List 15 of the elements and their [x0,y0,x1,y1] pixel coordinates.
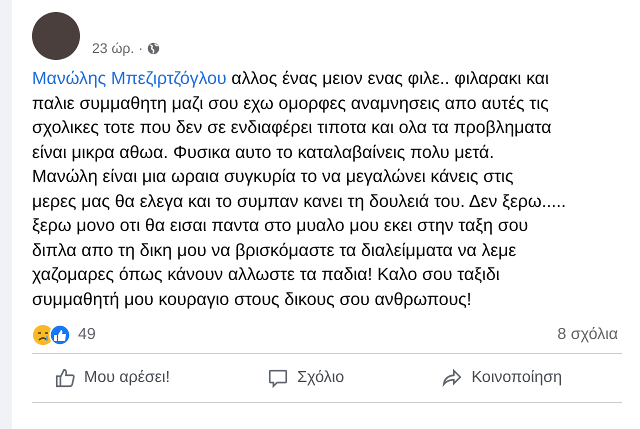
like-button[interactable]: Μου αρέσει! [54,354,170,402]
separator-dot: · [138,40,143,56]
reaction-icons[interactable] [32,324,72,346]
share-button[interactable]: Κοινοποίηση [441,354,562,402]
share-arrow-icon [441,367,464,389]
thumbs-up-icon [54,367,76,389]
mention-link[interactable]: Μανώλης Μπεζιρτζόγλου [32,68,227,88]
speech-bubble-icon [267,367,290,389]
comment-count[interactable]: 8 σχόλια [557,326,618,344]
globe-icon [146,42,160,54]
reaction-count[interactable]: 49 [78,326,96,344]
post-text: Μανώλης Μπεζιρτζόγλου αλλος ένας μειον ενας φιλε.. φιλαρακι και παλιε συμμαθητη μαζι σου εχω ομορφες αναμνησεις απο αυτές τις σχολικες τοτε που δεν σε ενδιαφέρει τιποτα και ολα τα προβληματα είναι μικρα αθωα. Φυσικα αυτο το καταλαβαίνεις πολυ μετά. Μανώλη είναι μια ωραια συγκυρία το να μεγαλώνει κάνεις στις μερες μας θα ελεγα και το συμπαν κανει τη δουλειά του. Δεν ξερω..... ξερω μονο οτι θα εισαι παντα στο μυαλο μου εκει στην ταξη σου διπλα απο τη δικη μου να βρισκόμαστε τα διαλείμματα να λεμε χαζομαρες όπως κάνουν αλλωστε τα παδια! Καλο σου ταξιδι συμμαθητή μου κουραγιο στους δικους σου ανθρωπους! [32,67,568,311]
post-time[interactable]: 23 ώρ. [92,40,134,56]
avatar[interactable] [32,12,80,60]
comment-button[interactable]: Σχόλιο [267,354,344,402]
